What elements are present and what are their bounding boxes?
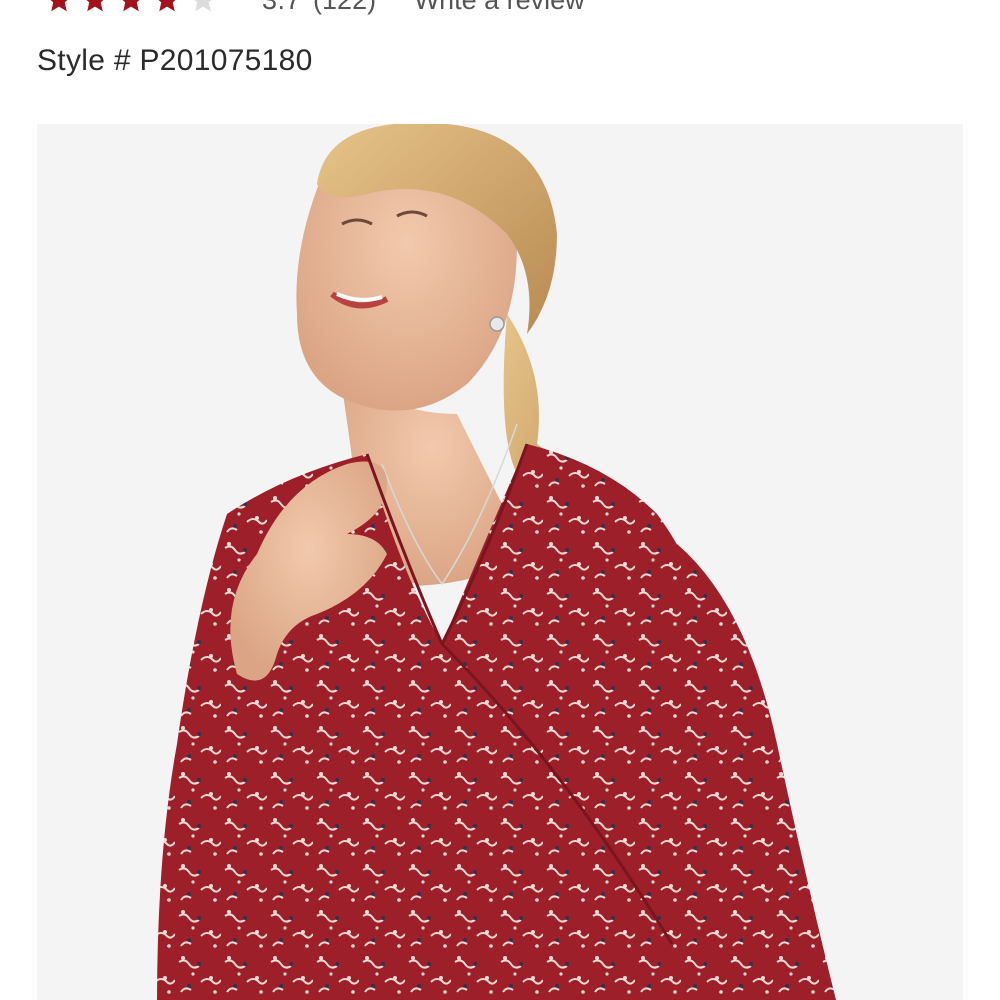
product-image[interactable] xyxy=(37,124,963,1000)
rating-value: 3.7 xyxy=(262,0,301,16)
product-detail-page: 3.7 (122) Write a review Style # P201075… xyxy=(0,0,1000,1000)
review-count[interactable]: (122) xyxy=(313,0,376,16)
star-icon xyxy=(158,0,176,12)
star-rating[interactable] xyxy=(44,0,218,15)
style-number: Style # P201075180 xyxy=(37,44,313,77)
star-icon xyxy=(50,0,68,12)
star-icon xyxy=(122,0,140,12)
star-empty-icon xyxy=(194,0,212,12)
star-icon xyxy=(86,0,104,12)
product-photo xyxy=(37,124,963,1000)
write-review-link[interactable]: Write a review xyxy=(414,0,585,16)
rating-row: 3.7 (122) Write a review xyxy=(44,0,585,16)
